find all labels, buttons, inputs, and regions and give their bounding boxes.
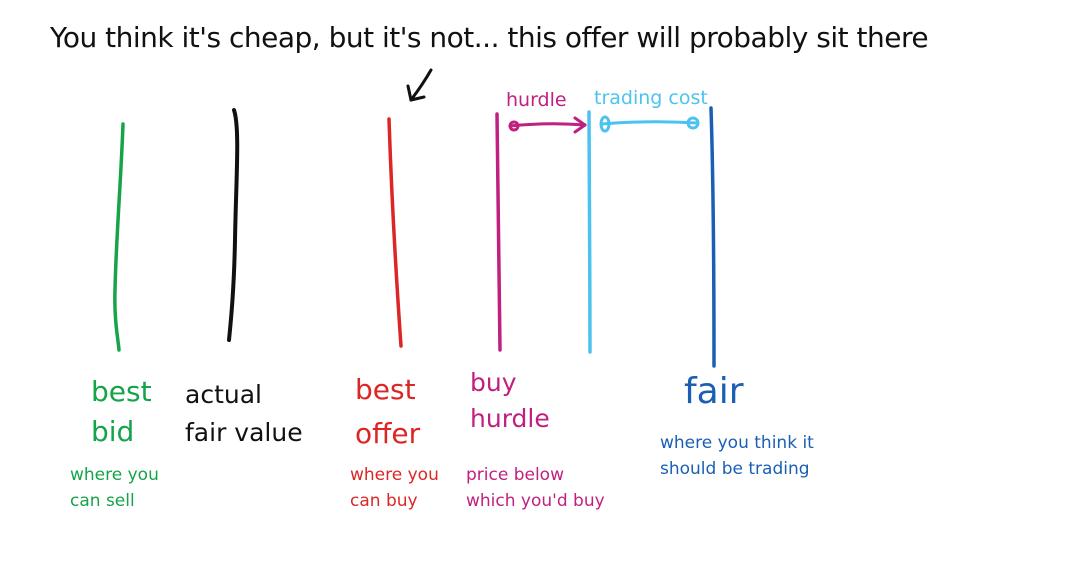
actual-fair-value-label-line1: actual: [185, 380, 262, 409]
best-bid-label-line1: best: [91, 375, 152, 408]
fair-note-line2: should be trading: [660, 459, 810, 479]
buy-hurdle-label-line1: buy: [470, 368, 517, 397]
trading-cost-bracket: [599, 115, 700, 133]
actual-fair-value-label-line2: fair value: [185, 418, 303, 447]
pointer-arrow: [406, 68, 433, 102]
page-title: You think it's cheap, but it's not... th…: [50, 21, 929, 54]
best-offer-line: [387, 117, 403, 348]
buy-hurdle-line: [495, 112, 502, 352]
hurdle-bracket: [508, 116, 587, 134]
hurdle-bracket-label: hurdle: [506, 89, 567, 111]
best-bid-note-line2: can sell: [70, 491, 135, 511]
best-bid-note-line1: where you: [70, 465, 159, 485]
buy-hurdle-note-line1: price below: [466, 465, 564, 485]
best-bid-line: [113, 122, 125, 352]
actual-fair-value-line: [227, 108, 240, 342]
best-bid-label-line2: bid: [91, 415, 135, 448]
diagram-canvas: You think it's cheap, but it's not... th…: [0, 0, 1089, 575]
fair-line: [709, 106, 716, 368]
best-offer-label-line1: best: [355, 373, 416, 406]
best-offer-note-line2: can buy: [350, 491, 418, 511]
fair-label: fair: [684, 371, 744, 412]
buy-hurdle-note-line2: which you'd buy: [466, 491, 605, 511]
trading-cost-line: [587, 110, 592, 354]
best-offer-label-line2: offer: [355, 417, 421, 450]
trading-cost-bracket-label: trading cost: [594, 87, 708, 109]
fair-note-line1: where you think it: [660, 433, 814, 453]
best-offer-note-line1: where you: [350, 465, 439, 485]
buy-hurdle-label-line2: hurdle: [470, 404, 550, 433]
